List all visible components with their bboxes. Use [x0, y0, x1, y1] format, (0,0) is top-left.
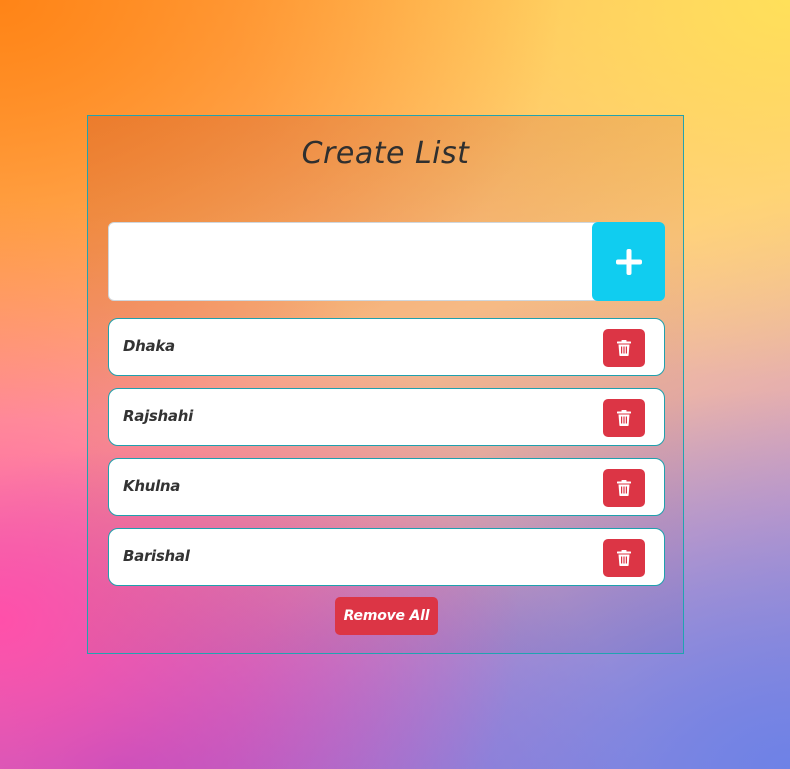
- item-input[interactable]: [108, 222, 608, 301]
- list-item: Dhaka: [108, 318, 665, 376]
- trash-icon: [617, 410, 631, 426]
- delete-button[interactable]: [603, 539, 645, 577]
- list-item: Khulna: [108, 458, 665, 516]
- trash-icon: [617, 480, 631, 496]
- delete-button[interactable]: [603, 469, 645, 507]
- remove-all-button[interactable]: Remove All: [335, 597, 438, 635]
- add-item-row: [108, 222, 665, 301]
- list-item-label: Rajshahi: [123, 407, 193, 425]
- delete-button[interactable]: [603, 399, 645, 437]
- list-item-label: Dhaka: [123, 337, 175, 355]
- page-title: Create List: [301, 136, 470, 171]
- trash-icon: [617, 340, 631, 356]
- delete-button[interactable]: [603, 329, 645, 367]
- plus-icon: [615, 248, 642, 275]
- list-item-label: Khulna: [123, 477, 181, 495]
- list-item: Barishal: [108, 528, 665, 586]
- list-item: Rajshahi: [108, 388, 665, 446]
- trash-icon: [617, 550, 631, 566]
- list-card: Create List Dhaka Rajshahi Khulna Barish…: [87, 115, 684, 654]
- list-item-label: Barishal: [123, 547, 190, 565]
- add-button[interactable]: [592, 222, 665, 301]
